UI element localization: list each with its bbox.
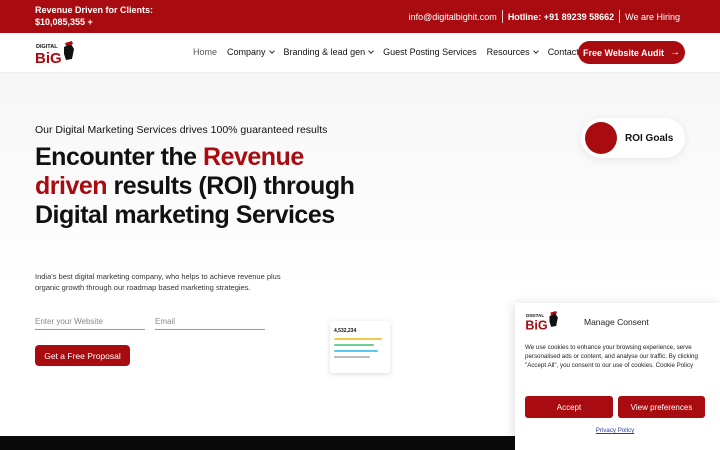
hiring-link[interactable]: We are Hiring	[620, 12, 685, 22]
roi-circle-icon	[585, 122, 617, 154]
top-bar-contacts: info@digitalbighit.com Hotline: +91 8923…	[404, 10, 685, 23]
logo-big-text: BiG	[525, 318, 547, 331]
dashboard-value: 4,532,234	[334, 328, 357, 334]
website-input[interactable]	[35, 313, 145, 330]
top-bar: Revenue Driven for Clients: $10,085,355 …	[0, 0, 720, 33]
get-free-proposal-button[interactable]: Get a Free Proposal	[35, 345, 130, 366]
nav-item-company[interactable]: Company	[227, 47, 275, 57]
revenue-driven-text: Revenue Driven for Clients: $10,085,355 …	[35, 5, 154, 27]
digital-big-logo: DIGITAL BiG	[525, 311, 558, 331]
email-input[interactable]	[155, 313, 265, 330]
view-preferences-button[interactable]: View preferences	[618, 396, 705, 418]
nav-item-guest-posting[interactable]: Guest Posting Services	[383, 47, 477, 57]
logo-big-text: BiG	[35, 50, 62, 65]
cookie-title: Manage Consent	[584, 317, 649, 327]
hero-headline: Encounter the Revenue driven results (RO…	[35, 143, 355, 229]
hero-subtitle: Our Digital Marketing Services drives 10…	[35, 124, 328, 136]
digital-big-logo[interactable]: DIGITAL BiG	[35, 41, 75, 65]
main-navbar: DIGITAL BiG Home Company Branding & lead…	[0, 33, 720, 73]
cookie-consent-panel: DIGITAL BiG Manage Consent We use cookie…	[515, 303, 720, 450]
dashboard-bar	[334, 338, 382, 340]
chevron-down-icon	[532, 47, 539, 54]
dashboard-bar	[334, 344, 374, 346]
roi-goals-label: ROI Goals	[625, 132, 674, 144]
hero-description: India's best digital marketing company, …	[35, 272, 281, 292]
nav-item-resources[interactable]: Resources	[487, 47, 539, 57]
arrow-right-icon: →	[670, 47, 680, 58]
hotline-link[interactable]: Hotline: +91 89239 58662	[503, 12, 619, 22]
chevron-down-icon	[268, 47, 275, 54]
logo-fist-shape	[64, 44, 74, 60]
chevron-down-icon	[368, 47, 374, 54]
logo-fist-shape	[549, 313, 558, 327]
dashboard-preview-card: 4,532,234	[330, 321, 390, 373]
nav-item-home[interactable]: Home	[193, 47, 217, 57]
primary-nav: Home Company Branding & lead gen Guest P…	[193, 47, 602, 57]
accept-cookies-button[interactable]: Accept	[525, 396, 613, 418]
nav-item-branding[interactable]: Branding & lead gen	[284, 47, 374, 57]
roi-goals-card: ROI Goals	[581, 118, 685, 158]
dashboard-bar	[334, 350, 378, 352]
email-link[interactable]: info@digitalbighit.com	[404, 12, 502, 22]
privacy-policy-link[interactable]: Privacy Policy	[515, 427, 715, 434]
cookie-text: We use cookies to enhance your browsing …	[525, 344, 698, 369]
logo-digital-text: DIGITAL	[526, 313, 544, 318]
free-website-audit-button[interactable]: Free Website Audit →	[578, 41, 685, 64]
dashboard-bar	[334, 356, 370, 358]
